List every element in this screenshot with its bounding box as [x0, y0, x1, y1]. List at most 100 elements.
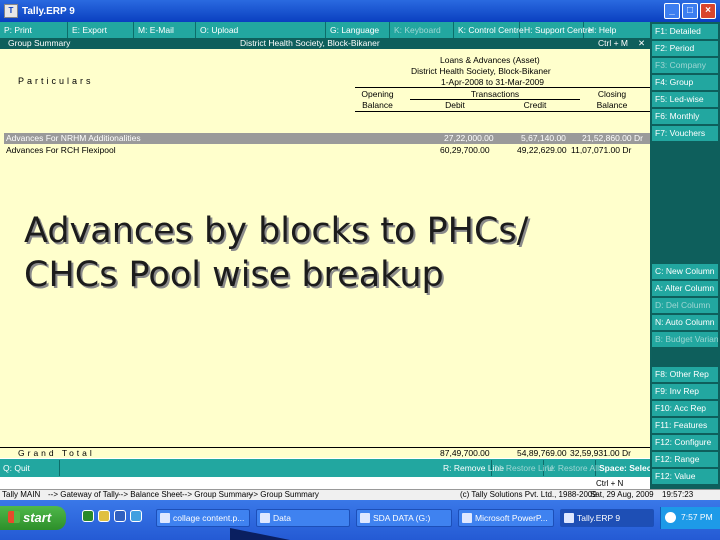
row-name: Advances For RCH Flexipool — [6, 145, 116, 155]
closing-header: Closing — [597, 89, 627, 99]
transactions-header: Transactions — [470, 89, 520, 99]
budget-variance-button[interactable]: B: Budget Variance — [652, 332, 718, 347]
slide-caption: Advances by blocks to PHCs/ CHCs Pool wi… — [24, 209, 624, 297]
task-tally[interactable]: Tally.ERP 9 — [560, 509, 654, 527]
f7-vouchers-button[interactable]: F7: Vouchers — [652, 126, 718, 141]
debit-header: Debit — [445, 100, 465, 110]
row-credit: 49,22,629.00 — [517, 145, 567, 155]
status-time: 19:57:23 — [662, 490, 694, 499]
grand-total-credit: 54,89,769.00 — [517, 448, 567, 458]
f12-value-button[interactable]: F12: Value — [652, 469, 718, 484]
del-column-button[interactable]: D: Del Column — [652, 298, 718, 313]
f8-other-rep-button[interactable]: F8: Other Rep — [652, 367, 718, 382]
minimize-button[interactable]: _ — [664, 3, 680, 19]
menu-language[interactable]: G: Language — [326, 22, 390, 38]
alter-column-button[interactable]: A: Alter Column — [652, 281, 718, 296]
f1-detailed-button[interactable]: F1: Detailed — [652, 24, 718, 39]
auto-column-button[interactable]: N: Auto Column — [652, 315, 718, 330]
caption-line-2: CHCs Pool wise breakup — [24, 255, 444, 295]
report-company: District Health Society, Block-Bikaner — [240, 38, 380, 48]
menu-keyboard[interactable]: K: Keyboard — [390, 22, 454, 38]
status-main: Tally MAIN — [2, 490, 41, 499]
grand-total-label: Grand Total — [18, 448, 95, 458]
f11-features-button[interactable]: F11: Features — [652, 418, 718, 433]
copyright: (c) Tally Solutions Pvt. Ltd., 1988-2009 — [460, 490, 597, 499]
f10-acc-rep-button[interactable]: F10: Acc Rep — [652, 401, 718, 416]
closing-header-2: Balance — [596, 100, 628, 110]
top-menu-bar: P: Print E: Export M: E-Mail O: Upload G… — [0, 22, 650, 38]
menu-help[interactable]: H: Help — [584, 22, 650, 38]
f2-period-button[interactable]: F2: Period — [652, 41, 718, 56]
restore-line-button[interactable]: U: Restore Line — [492, 460, 554, 476]
restore-all-button[interactable]: U: Restore All — [544, 460, 599, 476]
tray-clock: 7:57 PM — [681, 512, 713, 522]
report-period: 1-Apr-2008 to 31-Mar-2009 — [441, 77, 545, 87]
task-sda-data[interactable]: SDA DATA (G:) — [356, 509, 452, 527]
quicklaunch-ie-icon[interactable] — [130, 510, 142, 522]
task-powerpoint[interactable]: Microsoft PowerP... — [458, 509, 554, 527]
f4-group-button[interactable]: F4: Group — [652, 75, 718, 90]
select-button[interactable]: Space: Select — [596, 460, 654, 476]
opening-header-2: Balance — [362, 100, 393, 110]
quit-button[interactable]: Q: Quit — [0, 460, 60, 476]
grand-total-row: Grand Total 87,49,700.00 54,89,769.00 32… — [0, 447, 650, 458]
quicklaunch-browser-icon[interactable] — [82, 510, 94, 522]
quicklaunch-folder-icon[interactable] — [98, 510, 110, 522]
menu-control-centre[interactable]: K: Control Centre — [454, 22, 524, 38]
breadcrumb-4[interactable]: --> Group Summary — [248, 490, 319, 500]
window-title-bar: T Tally.ERP 9 _ □ × — [0, 0, 720, 22]
menu-support-centre[interactable]: H: Support Centre — [520, 22, 593, 38]
start-button[interactable]: start — [0, 506, 66, 530]
breadcrumb-1[interactable]: --> Gateway of Tally — [48, 490, 119, 500]
new-column-button[interactable]: C: New Column — [652, 264, 718, 279]
window-controls: _ □ × — [664, 3, 716, 19]
tray-network-icon[interactable] — [665, 512, 676, 523]
task-collage-content[interactable]: collage content.p... — [156, 509, 250, 527]
remove-line-button[interactable]: R: Remove Line — [440, 460, 504, 476]
system-tray: 7:57 PM — [660, 507, 720, 529]
table-row[interactable]: Advances For RCH Flexipool 60,29,700.00 … — [4, 145, 650, 156]
status-date: Sat, 29 Aug, 2009 — [590, 490, 654, 499]
f3-company-button[interactable]: F3: Company — [652, 58, 718, 73]
row-debit: 60,29,700.00 — [440, 145, 490, 155]
f12-configure-button[interactable]: F12: Configure — [652, 435, 718, 450]
bottom-button-bar: Q: Quit R: Remove Line U: Restore Line U… — [0, 459, 654, 477]
caption-line-1: Advances by blocks to PHCs/ — [24, 211, 529, 251]
group-title: Loans & Advances (Asset) — [440, 55, 540, 65]
row-closing: 21,52,860.00 Dr — [582, 133, 643, 143]
report-shortcut: Ctrl + M — [598, 38, 628, 48]
status-line: Tally MAIN --> Gateway of Tally --> Bala… — [0, 489, 720, 500]
task-data-folder[interactable]: Data — [256, 509, 350, 527]
start-label: start — [23, 510, 52, 525]
breadcrumb-3[interactable]: --> Group Summary — [182, 490, 253, 500]
f6-monthly-button[interactable]: F6: Monthly — [652, 109, 718, 124]
grand-total-debit: 87,49,700.00 — [440, 448, 490, 458]
report-close-icon[interactable]: ✕ — [638, 38, 645, 49]
maximize-button[interactable]: □ — [682, 3, 698, 19]
row-debit: 27,22,000.00 — [444, 133, 494, 143]
opening-header: Opening — [361, 89, 394, 99]
report-header-bar: Group Summary District Health Society, B… — [0, 38, 650, 49]
breadcrumb-2[interactable]: --> Balance Sheet — [118, 490, 182, 500]
f12-range-button[interactable]: F12: Range — [652, 452, 718, 467]
particulars-header: Particulars — [18, 76, 94, 86]
windows-logo-icon — [8, 511, 20, 523]
menu-export[interactable]: E: Export — [68, 22, 134, 38]
menu-email[interactable]: M: E-Mail — [134, 22, 196, 38]
report-area: Particulars Loans & Advances (Asset) Dis… — [0, 49, 650, 457]
menu-upload[interactable]: O: Upload — [196, 22, 326, 38]
windows-taskbar: start collage content.p... Data SDA DATA… — [0, 500, 720, 540]
menu-print[interactable]: P: Print — [0, 22, 68, 38]
row-closing: 11,07,071.00 Dr — [571, 145, 632, 155]
f5-ledwise-button[interactable]: F5: Led-wise — [652, 92, 718, 107]
quicklaunch-word-icon[interactable] — [114, 510, 126, 522]
window-title: Tally.ERP 9 — [22, 5, 75, 17]
f9-inv-rep-button[interactable]: F9: Inv Rep — [652, 384, 718, 399]
table-row[interactable]: Advances For NRHM Additionalities 27,22,… — [4, 133, 650, 144]
row-credit: 5,67,140.00 — [521, 133, 566, 143]
close-button[interactable]: × — [700, 3, 716, 19]
report-type: Group Summary — [8, 38, 71, 48]
row-name: Advances For NRHM Additionalities — [6, 133, 141, 143]
tally-app-icon: T — [4, 4, 18, 18]
bottom-shortcut-hint: Ctrl + N — [596, 479, 624, 488]
